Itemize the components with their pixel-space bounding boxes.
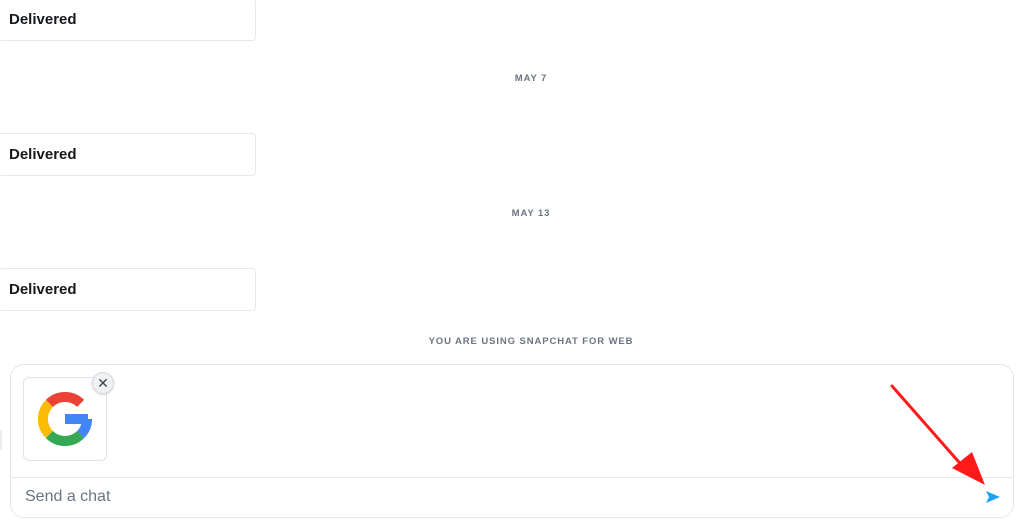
message-bubble[interactable]: Delivered bbox=[0, 0, 256, 41]
web-notice: YOU ARE USING SNAPCHAT FOR WEB bbox=[428, 336, 634, 347]
left-edge-divider bbox=[0, 430, 2, 450]
attachment-area: ✕ bbox=[11, 365, 1013, 478]
close-icon: ✕ bbox=[97, 374, 109, 391]
message-status: Delivered bbox=[9, 11, 77, 28]
message-status: Delivered bbox=[9, 281, 77, 298]
remove-attachment-button[interactable]: ✕ bbox=[92, 372, 114, 394]
chat-composer: ✕ bbox=[10, 364, 1014, 518]
chat-input[interactable] bbox=[25, 486, 965, 508]
date-separator: MAY 13 bbox=[511, 208, 551, 219]
date-separator: MAY 7 bbox=[514, 73, 548, 84]
message-bubble[interactable]: Delivered bbox=[0, 268, 256, 311]
google-logo-icon bbox=[38, 392, 92, 446]
message-bubble[interactable]: Delivered bbox=[0, 133, 256, 176]
message-status: Delivered bbox=[9, 146, 77, 163]
send-arrow-icon[interactable] bbox=[985, 490, 1001, 504]
